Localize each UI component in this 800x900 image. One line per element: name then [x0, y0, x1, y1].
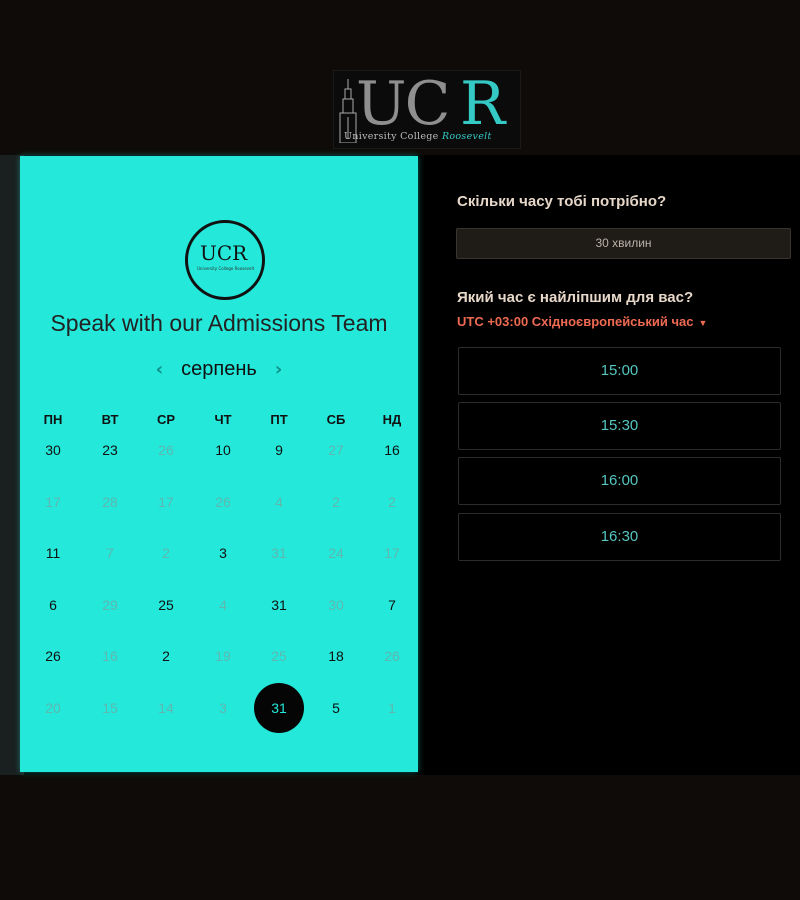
calendar-day: 27 [328, 442, 344, 458]
timezone-label: UTC +03:00 Східноєвропейський час [457, 314, 694, 329]
calendar-day: 14 [158, 700, 174, 716]
caret-down-icon: ▼ [698, 318, 708, 328]
selected-day[interactable]: 31 [254, 683, 304, 733]
time-slot-2[interactable]: 15:30 [458, 402, 781, 450]
calendar-day: 17 [158, 494, 174, 510]
weekday-header: СР [156, 412, 176, 427]
weekday-header: НД [382, 412, 402, 427]
weekday-header: ПТ [270, 412, 288, 427]
weekday-header: СБ [326, 412, 346, 427]
ucr-badge: UCR University College Roosevelt [185, 220, 265, 300]
calendar-day[interactable]: 16 [367, 442, 417, 458]
calendar-day: 19 [215, 648, 231, 664]
calendar-day: 7 [106, 545, 114, 561]
calendar-day: 4 [219, 597, 227, 613]
logo-tagline: University College Roosevelt [344, 131, 492, 142]
calendar-day: 26 [384, 648, 400, 664]
calendar-panel: UCR University College Roosevelt Speak w… [20, 156, 418, 772]
calendar-day: 17 [384, 545, 400, 561]
calendar-day: 20 [45, 700, 61, 716]
calendar-day: 26 [158, 442, 174, 458]
timezone-select[interactable]: UTC +03:00 Східноєвропейський час ▼ [457, 314, 707, 329]
calendar-day[interactable]: 31 [254, 597, 304, 613]
calendar-day: 17 [45, 494, 61, 510]
month-nav: ‹ серпень › [20, 354, 418, 384]
badge-sub: University College Roosevelt [197, 266, 255, 271]
calendar-day: 4 [275, 494, 283, 510]
logo-letters-uc: UC [356, 69, 450, 139]
time-slot-4[interactable]: 16:30 [458, 513, 781, 561]
calendar-day: 2 [388, 494, 396, 510]
calendar-day[interactable]: 6 [28, 597, 78, 613]
time-slot-3[interactable]: 16:00 [458, 457, 781, 505]
month-label: серпень [181, 357, 257, 380]
calendar-day[interactable]: 7 [367, 597, 417, 613]
calendar-day[interactable]: 3 [198, 545, 248, 561]
calendar-day: 28 [102, 494, 118, 510]
calendar-day: 2 [162, 545, 170, 561]
calendar-day: 1 [388, 700, 396, 716]
page-title: Speak with our Admissions Team [50, 310, 388, 336]
logo-tagline-main: University College [344, 131, 439, 142]
ucr-logo: UC R University College Roosevelt [333, 69, 521, 149]
calendar-day[interactable]: 26 [28, 648, 78, 664]
weekday-header: ЧТ [214, 412, 232, 427]
calendar-day: 2 [332, 494, 340, 510]
calendar-day[interactable]: 30 [28, 442, 78, 458]
logo-tagline-accent: Roosevelt [441, 131, 492, 142]
calendar-day: 16 [102, 648, 118, 664]
calendar-day: 30 [328, 597, 344, 613]
calendar-day[interactable]: 9 [254, 442, 304, 458]
calendar-day[interactable]: 5 [311, 700, 361, 716]
chevron-right-icon[interactable]: › [275, 359, 282, 380]
calendar-day: 26 [215, 494, 231, 510]
duration-question: Скільки часу тобі потрібно? [457, 193, 667, 210]
calendar-day: 3 [219, 700, 227, 716]
calendar-day[interactable]: 2 [141, 648, 191, 664]
calendar-day[interactable]: 10 [198, 442, 248, 458]
calendar-day: 25 [271, 648, 287, 664]
duration-select[interactable]: 30 хвилин [456, 228, 791, 259]
weekday-header: ВТ [101, 412, 119, 427]
calendar-day[interactable]: 23 [85, 442, 135, 458]
badge-text: UCR [200, 241, 248, 265]
calendar-day[interactable]: 11 [28, 545, 78, 561]
calendar-day: 15 [102, 700, 118, 716]
logo-letter-r: R [460, 69, 506, 139]
calendar-day[interactable]: 18 [311, 648, 361, 664]
calendar-day: 31 [271, 545, 287, 561]
calendar-day: 29 [102, 597, 118, 613]
chevron-left-icon[interactable]: ‹ [156, 359, 163, 380]
weekday-header: ПН [43, 412, 63, 427]
calendar-day[interactable]: 25 [141, 597, 191, 613]
time-slot-1[interactable]: 15:00 [458, 347, 781, 395]
calendar-day: 24 [328, 545, 344, 561]
time-question: Який час є найліпшим для вас? [457, 289, 694, 306]
